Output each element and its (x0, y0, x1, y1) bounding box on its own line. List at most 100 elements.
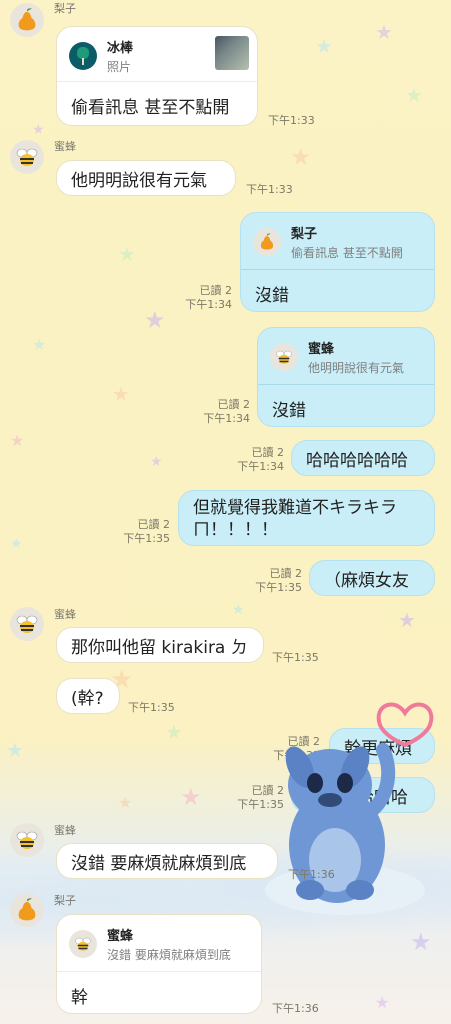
star-decoration: ★ (290, 143, 312, 171)
bee-icon (16, 831, 38, 849)
message-bubble-quoted[interactable]: 蜜蜂 沒錯 要麻煩就麻煩到底 幹 (56, 914, 262, 1014)
message-text: 沒錯 (255, 286, 289, 306)
quote-block[interactable]: 冰棒 照片 (69, 37, 133, 75)
photo-thumbnail[interactable] (215, 36, 249, 70)
star-decoration: ★ (112, 382, 130, 406)
pear-icon (260, 233, 274, 250)
message-bubble-quoted[interactable]: 梨子 偷看訊息 甚至不點開 沒錯 (240, 212, 435, 312)
quote-text: 照片 (107, 60, 132, 74)
star-decoration: ★ (375, 993, 390, 1012)
avatar-bee[interactable] (10, 607, 44, 641)
star-decoration: ★ (118, 242, 136, 266)
message-time: 下午1:34 (237, 460, 284, 473)
message-text: 他明明說很有元氣 (71, 170, 207, 191)
message-time: 下午1:35 (123, 532, 170, 545)
ice-pop-icon (77, 47, 89, 65)
bee-icon (75, 937, 91, 951)
message-bubble[interactable]: 他明明說很有元氣 (56, 160, 236, 196)
star-decoration: ★ (405, 83, 423, 107)
quote-sender: 梨子 (291, 227, 318, 242)
message-text: 那你叫他留 kirakira ㄉ (71, 637, 248, 658)
message-bubble-quoted[interactable]: 蜜蜂 他明明說很有元氣 沒錯 (257, 327, 435, 427)
message-bubble-quoted[interactable]: 冰棒 照片 偷看訊息 甚至不點開 (56, 26, 258, 126)
star-decoration: ★ (165, 720, 183, 744)
message-text-line: 但就覺得我難道不キラキラ (193, 498, 397, 518)
avatar (253, 228, 281, 256)
read-count: 已讀 2 (199, 284, 233, 297)
message-time: 下午1:33 (246, 183, 293, 196)
star-decoration: ★ (118, 793, 133, 812)
quote-text: 沒錯 要麻煩就麻煩到底 (107, 948, 231, 962)
read-count: 已讀 2 (269, 567, 303, 580)
quote-text: 他明明說很有元氣 (308, 361, 405, 375)
message-text: 沒錯 要麻煩就麻煩到底 (71, 853, 247, 874)
message-time: 下午1:34 (203, 412, 250, 425)
bee-icon (276, 350, 292, 364)
avatar-pear[interactable] (10, 893, 44, 927)
message-time: 下午1:36 (272, 1002, 319, 1015)
star-decoration: ★ (398, 608, 416, 632)
avatar-bee[interactable] (10, 823, 44, 857)
read-count: 已讀 2 (217, 398, 251, 411)
read-count: 已讀 2 (137, 518, 171, 531)
avatar (69, 930, 97, 958)
message-time: 下午1:36 (288, 868, 335, 881)
star-decoration: ★ (232, 602, 245, 618)
message-text: 哈哈哈哈哈哈 (306, 450, 408, 471)
quote-text: 偷看訊息 甚至不點開 (291, 246, 403, 260)
pear-icon (18, 8, 36, 31)
character-sticker[interactable] (255, 695, 440, 925)
read-receipt: 已讀 2 下午1:34 (232, 446, 284, 474)
sender-name: 蜜蜂 (54, 608, 76, 621)
quote-block[interactable]: 蜜蜂 他明明說很有元氣 (270, 338, 404, 376)
star-decoration: ★ (10, 431, 25, 450)
read-count: 已讀 2 (251, 446, 285, 459)
message-time: 下午1:34 (185, 298, 232, 311)
quote-block[interactable]: 蜜蜂 沒錯 要麻煩就麻煩到底 (69, 925, 231, 963)
message-bubble[interactable]: 但就覺得我難道不キラキラ ㄇ！！！！ (178, 490, 435, 546)
sender-name: 梨子 (54, 2, 76, 15)
message-bubble[interactable]: 沒錯 要麻煩就麻煩到底 (56, 843, 278, 879)
message-bubble[interactable]: 哈哈哈哈哈哈 (291, 440, 435, 476)
avatar (69, 42, 97, 70)
read-receipt: 已讀 2 下午1:35 (118, 518, 170, 546)
star-decoration: ★ (6, 738, 24, 762)
star-decoration: ★ (32, 335, 47, 354)
read-receipt: 已讀 2 下午1:34 (198, 398, 250, 426)
quote-block[interactable]: 梨子 偷看訊息 甚至不點開 (253, 223, 403, 261)
message-time: 下午1:35 (255, 581, 302, 594)
star-decoration: ★ (32, 122, 45, 138)
avatar (270, 343, 298, 371)
quote-divider (57, 971, 261, 972)
message-time: 下午1:35 (272, 651, 319, 664)
read-receipt: 已讀 2 下午1:34 (180, 284, 232, 312)
message-text: 幹 (71, 988, 88, 1008)
message-text-line: ㄇ！！！！ (193, 520, 278, 540)
quote-sender: 蜜蜂 (107, 929, 134, 944)
bee-icon (16, 148, 38, 166)
quote-sender: 冰棒 (107, 41, 134, 56)
quote-divider (241, 269, 434, 270)
message-bubble[interactable]: （麻煩女友 (309, 560, 435, 596)
quote-sender: 蜜蜂 (308, 342, 335, 357)
message-text: （麻煩女友 (324, 570, 409, 591)
star-decoration: ★ (144, 306, 166, 334)
message-text: 偷看訊息 甚至不點開 (71, 98, 230, 118)
star-decoration: ★ (150, 454, 163, 470)
avatar-pear[interactable] (10, 3, 44, 37)
read-receipt: 已讀 2 下午1:35 (250, 567, 302, 595)
quote-divider (258, 384, 434, 385)
star-decoration: ★ (315, 34, 333, 58)
message-text: 沒錯 (272, 401, 306, 421)
message-text: (幹? (71, 688, 104, 709)
sender-name: 梨子 (54, 894, 76, 907)
star-decoration: ★ (375, 20, 393, 44)
pear-icon (18, 898, 36, 921)
message-time: 下午1:35 (128, 701, 175, 714)
sender-name: 蜜蜂 (54, 824, 76, 837)
quote-divider (57, 81, 257, 82)
message-bubble[interactable]: 那你叫他留 kirakira ㄉ (56, 627, 264, 663)
star-decoration: ★ (10, 536, 23, 552)
avatar-bee[interactable] (10, 140, 44, 174)
message-bubble[interactable]: (幹? (56, 678, 120, 714)
